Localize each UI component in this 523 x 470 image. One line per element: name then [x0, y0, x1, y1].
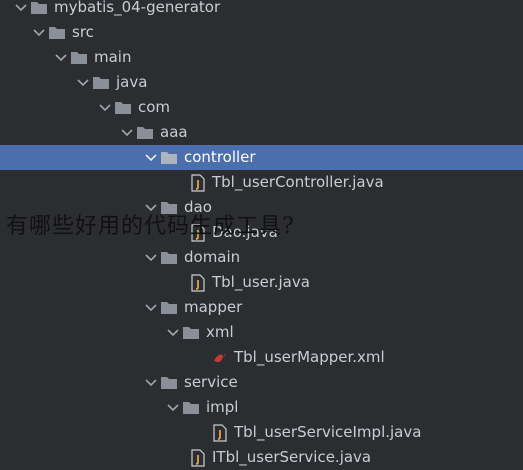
tree-label-impl-file: Tbl_userServiceImpl.java — [234, 423, 422, 441]
folder-icon — [114, 100, 132, 115]
tree-label-mapper: mapper — [184, 298, 243, 316]
tree-label-main: main — [94, 48, 132, 66]
tree-row-domain[interactable]: domain — [0, 245, 523, 270]
tree-row-src[interactable]: src — [0, 20, 523, 45]
tree-row-aaa[interactable]: aaa — [0, 120, 523, 145]
java-class-icon — [190, 173, 206, 192]
tree-row-project[interactable]: mybatis_04-generator — [0, 0, 523, 20]
tree-label-project: mybatis_04-generator — [54, 0, 221, 16]
java-class-icon — [190, 273, 206, 292]
tree-row-main[interactable]: main — [0, 45, 523, 70]
tree-label-com: com — [138, 98, 171, 116]
tree-label-xml: xml — [206, 323, 234, 341]
tree-row-service-file[interactable]: ITbl_userService.java — [0, 445, 523, 470]
folder-icon — [182, 400, 200, 415]
chevron-down-icon[interactable] — [142, 245, 160, 270]
folder-icon — [160, 150, 178, 165]
tree-label-service-file: ITbl_userService.java — [212, 448, 372, 466]
tree-label-service: service — [184, 373, 238, 391]
folder-icon — [182, 325, 200, 340]
folder-icon — [160, 250, 178, 265]
tree-row-mapper[interactable]: mapper — [0, 295, 523, 320]
folder-icon — [136, 125, 154, 140]
chevron-down-icon[interactable] — [118, 120, 136, 145]
folder-icon — [48, 25, 66, 40]
mybatis-xml-icon — [212, 349, 228, 367]
tree-label-src: src — [72, 23, 94, 41]
tree-row-impl[interactable]: impl — [0, 395, 523, 420]
chevron-down-icon[interactable] — [96, 95, 114, 120]
chevron-down-icon[interactable] — [164, 395, 182, 420]
chevron-down-icon[interactable] — [142, 370, 160, 395]
folder-icon — [160, 300, 178, 315]
tree-label-controller: controller — [184, 148, 256, 166]
java-class-icon — [212, 423, 228, 442]
tree-row-service[interactable]: service — [0, 370, 523, 395]
chevron-down-icon[interactable] — [164, 320, 182, 345]
folder-icon — [70, 50, 88, 65]
tree-row-controller-file[interactable]: Tbl_userController.java — [0, 170, 523, 195]
tree-row-java[interactable]: java — [0, 70, 523, 95]
tree-label-aaa: aaa — [160, 123, 188, 141]
java-interface-icon — [190, 448, 206, 467]
overlay-question-text: 有哪些好用的代码生成工具? — [6, 214, 295, 239]
tree-row-xml-file[interactable]: Tbl_userMapper.xml — [0, 345, 523, 370]
folder-icon — [160, 375, 178, 390]
chevron-down-icon[interactable] — [12, 0, 30, 20]
folder-icon — [30, 0, 48, 15]
tree-label-controller-file: Tbl_userController.java — [212, 173, 384, 191]
chevron-down-icon[interactable] — [142, 295, 160, 320]
chevron-down-icon[interactable] — [142, 145, 160, 170]
tree-row-impl-file[interactable]: Tbl_userServiceImpl.java — [0, 420, 523, 445]
tree-label-domain: domain — [184, 248, 241, 266]
chevron-down-icon[interactable] — [52, 45, 70, 70]
chevron-down-icon[interactable] — [74, 70, 92, 95]
folder-icon — [92, 75, 110, 90]
tree-label-xml-file: Tbl_userMapper.xml — [234, 348, 385, 366]
tree-row-controller[interactable]: controller — [0, 145, 523, 170]
tree-label-domain-file: Tbl_user.java — [212, 273, 310, 291]
tree-row-domain-file[interactable]: Tbl_user.java — [0, 270, 523, 295]
tree-label-impl: impl — [206, 398, 239, 416]
tree-row-xml[interactable]: xml — [0, 320, 523, 345]
tree-row-com[interactable]: com — [0, 95, 523, 120]
tree-label-java: java — [116, 73, 148, 91]
chevron-down-icon[interactable] — [30, 20, 48, 45]
